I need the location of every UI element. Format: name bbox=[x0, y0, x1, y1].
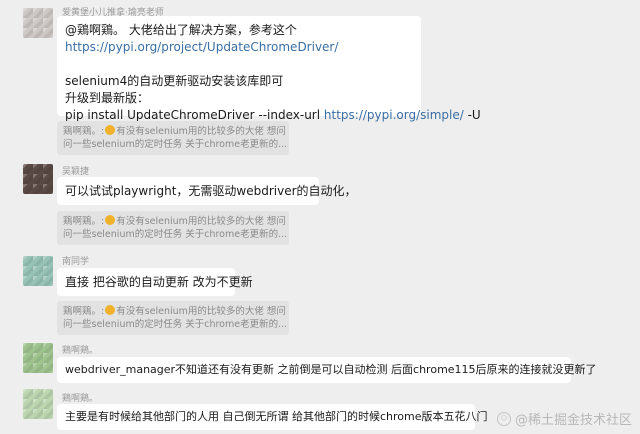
watermark-text: @稀土掘金技术社区 bbox=[514, 413, 632, 428]
message-line: 升级到最新版： bbox=[65, 91, 150, 105]
quoted-message[interactable]: 鶏啊鶏。: 有没有selenium用的比较多的大佬 想问 问一些selenium的… bbox=[57, 301, 289, 335]
quote-text: 有没有selenium用的比较多的大佬 想问 bbox=[116, 216, 286, 227]
emoji-icon bbox=[105, 215, 116, 225]
quote-text: 有没有selenium用的比较多的大佬 想问 bbox=[116, 126, 286, 137]
message-line bbox=[65, 56, 413, 73]
sender-name: 南同学 bbox=[62, 257, 90, 267]
emoji-icon bbox=[105, 305, 116, 315]
sender-name: 鶏啊鶏。 bbox=[62, 346, 99, 356]
quote-text: 有没有selenium用的比较多的大佬 想问 bbox=[116, 306, 286, 317]
avatar[interactable] bbox=[23, 256, 53, 286]
message-line: @鶏啊鶏。 大佬给出了解决方案，参考这个 bbox=[65, 23, 297, 37]
message-bubble[interactable]: 主要是有时候给其他部门的人用 自己倒无所谓 给其他部门的时候chrome版本五花… bbox=[57, 404, 488, 430]
watermark: ◇ @稀土掘金技术社区 bbox=[496, 409, 632, 428]
quote-author: 鶏啊鶏。: bbox=[63, 216, 105, 227]
message-line: pip install UpdateChromeDriver --index-u… bbox=[65, 108, 324, 122]
emoji-icon bbox=[105, 125, 116, 135]
avatar[interactable] bbox=[23, 389, 53, 419]
avatar[interactable] bbox=[23, 164, 53, 194]
quote-author: 鶏啊鶏。: bbox=[63, 126, 105, 137]
message-link[interactable]: https://pypi.org/simple/ bbox=[324, 108, 464, 122]
message-line-suffix: -U bbox=[463, 108, 481, 122]
message-line: selenium4的自动更新驱动安装该库即可 bbox=[65, 74, 284, 88]
message-link[interactable]: https://pypi.org/project/UpdateChromeDri… bbox=[65, 40, 338, 54]
quote-text: 问一些selenium的定时任务 关于chrome老更新的... bbox=[63, 139, 288, 150]
message-bubble[interactable]: 可以试试playwright，无需驱动webdriver的自动化， bbox=[57, 177, 357, 205]
sender-name: 吴颖捷 bbox=[62, 167, 90, 177]
quoted-message[interactable]: 鶏啊鶏。: 有没有selenium用的比较多的大佬 想问 问一些selenium的… bbox=[57, 211, 289, 245]
avatar[interactable] bbox=[23, 343, 53, 373]
quoted-message[interactable]: 鶏啊鶏。: 有没有selenium用的比较多的大佬 想问 问一些selenium的… bbox=[57, 121, 289, 155]
sender-name: 鶏啊鶏。 bbox=[62, 394, 99, 404]
message-bubble[interactable]: webdriver_manager不知道还有没有更新 之前倒是可以自动检测 后面… bbox=[57, 357, 597, 383]
quote-text: 问一些selenium的定时任务 关于chrome老更新的... bbox=[63, 229, 288, 240]
message-bubble[interactable]: 直接 把谷歌的自动更新 改为不更新 bbox=[57, 268, 253, 296]
avatar[interactable] bbox=[23, 8, 53, 38]
quote-text: 问一些selenium的定时任务 关于chrome老更新的... bbox=[63, 319, 288, 330]
message-bubble[interactable]: @鶏啊鶏。 大佬给出了解决方案，参考这个 https://pypi.org/pr… bbox=[57, 16, 481, 122]
juejin-icon: ◇ bbox=[496, 411, 511, 426]
quote-author: 鶏啊鶏。: bbox=[63, 306, 105, 317]
